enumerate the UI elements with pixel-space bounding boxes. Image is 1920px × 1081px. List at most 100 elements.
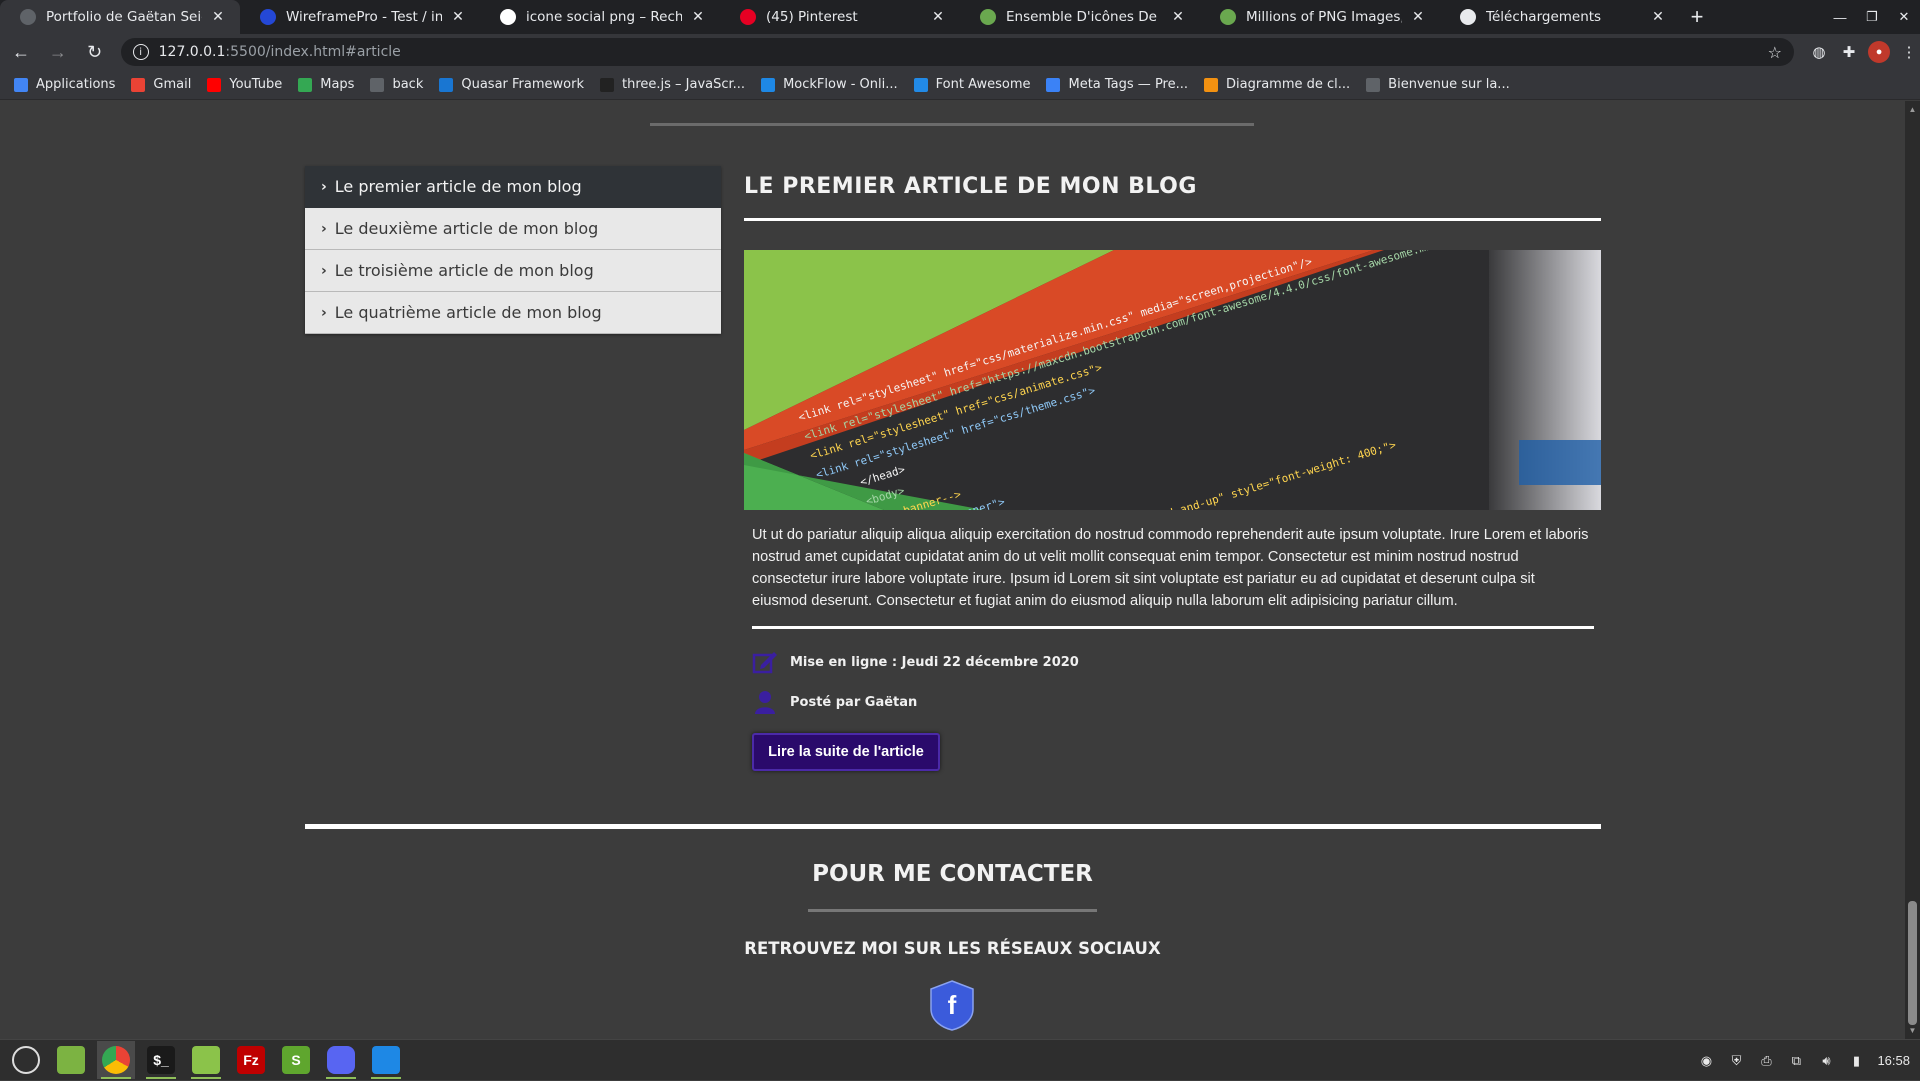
- taskbar-app-glyph: S: [291, 1052, 301, 1068]
- tab-close-icon[interactable]: ✕: [210, 9, 226, 25]
- bookmark-item[interactable]: Quasar Framework: [439, 77, 584, 92]
- browser-tab[interactable]: Portfolio de Gaëtan Seigneur ✕: [0, 0, 240, 34]
- bookmark-label: Diagramme de cl...: [1226, 77, 1351, 92]
- bookmark-label: Bienvenue sur la...: [1388, 77, 1510, 92]
- sidebar-article-link[interactable]: › Le quatrième article de mon blog: [305, 292, 721, 334]
- tab-close-icon[interactable]: ✕: [930, 9, 946, 25]
- taskbar-app-glyph: Fz: [243, 1052, 259, 1068]
- bookmark-item[interactable]: MockFlow - Onli...: [761, 77, 898, 92]
- download-icon: [1460, 9, 1476, 25]
- folder-icon[interactable]: [187, 1041, 225, 1079]
- discord-tray-icon[interactable]: ◉: [1697, 1052, 1715, 1070]
- bookmarks-bar: Applications Gmail YouTube Maps back Quasar F…: [0, 70, 1920, 100]
- sidebar-article-link[interactable]: › Le troisième article de mon blog: [305, 250, 721, 292]
- scroll-up-icon[interactable]: ▲: [1908, 105, 1917, 114]
- files-green-icon[interactable]: [52, 1041, 90, 1079]
- bookmark-item[interactable]: YouTube: [207, 77, 282, 92]
- sublime-s-icon[interactable]: S: [277, 1041, 315, 1079]
- bookmark-item[interactable]: three.js – JavaScr...: [599, 77, 745, 92]
- filezilla-icon[interactable]: Fz: [232, 1041, 270, 1079]
- reload-icon[interactable]: ↻: [79, 36, 111, 68]
- window-controls: — ❐ ✕: [1824, 0, 1920, 34]
- minimize-icon[interactable]: —: [1824, 0, 1856, 34]
- sidebar-article-label: Le deuxième article de mon blog: [334, 219, 599, 238]
- close-window-icon[interactable]: ✕: [1888, 0, 1920, 34]
- back-arrow-icon[interactable]: ←: [5, 36, 37, 68]
- read-more-button[interactable]: Lire la suite de l'article: [752, 733, 940, 771]
- bookmark-item[interactable]: Bienvenue sur la...: [1366, 77, 1510, 92]
- bookmark-label: Meta Tags — Pre...: [1068, 77, 1189, 92]
- tab-close-icon[interactable]: ✕: [1650, 9, 1666, 25]
- system-tray: ◉ ⛨ ⎙ ⧉ 🔊︎ ▮ 16:58: [1697, 1040, 1910, 1081]
- tab-title: Millions of PNG Images, Backg: [1246, 9, 1402, 25]
- printer-icon[interactable]: ⎙: [1757, 1052, 1775, 1070]
- sidebar-article-label: Le premier article de mon blog: [334, 177, 582, 196]
- chevron-right-icon: ›: [321, 178, 327, 195]
- extension-globe-icon[interactable]: ◍: [1808, 41, 1830, 63]
- tab-list: Portfolio de Gaëtan Seigneur✕WireframePr…: [0, 0, 1680, 34]
- browser-tab-strip: Portfolio de Gaëtan Seigneur✕WireframePr…: [0, 0, 1920, 34]
- metatags-icon: [1046, 77, 1061, 92]
- wireframepro-icon: [260, 9, 276, 25]
- volume-icon[interactable]: 🔊︎: [1817, 1052, 1835, 1070]
- browser-tab[interactable]: Millions of PNG Images, Backg ✕: [1200, 0, 1440, 34]
- tab-close-icon[interactable]: ✕: [690, 9, 706, 25]
- new-tab-button[interactable]: +: [1680, 0, 1714, 34]
- browser-tab[interactable]: icone social png – Recherche G ✕: [480, 0, 720, 34]
- browser-tab[interactable]: Téléchargements ✕: [1440, 0, 1680, 34]
- apps-grid-icon: [14, 77, 28, 92]
- network-icon[interactable]: ⧉: [1787, 1052, 1805, 1070]
- bookmark-item[interactable]: Applications: [14, 77, 115, 92]
- scroll-down-icon[interactable]: ▼: [1908, 1026, 1917, 1035]
- bookmark-item[interactable]: Font Awesome: [913, 77, 1031, 92]
- terminal-icon[interactable]: $_: [142, 1041, 180, 1079]
- user-icon: [752, 689, 778, 715]
- page-scrollbar[interactable]: ▲ ▼: [1905, 101, 1920, 1039]
- sidebar-article-link[interactable]: › Le deuxième article de mon blog: [305, 208, 721, 250]
- battery-icon[interactable]: ▮: [1847, 1052, 1865, 1070]
- address-bar[interactable]: i 127.0.0.1:5500/index.html#article ☆: [120, 38, 1795, 66]
- facebook-icon[interactable]: f: [927, 979, 977, 1031]
- publish-date-text: Mise en ligne : Jeudi 22 décembre 2020: [790, 654, 1079, 670]
- bookmark-item[interactable]: back: [370, 77, 423, 92]
- bookmark-label: MockFlow - Onli...: [783, 77, 898, 92]
- article-body: Ut ut do pariatur aliquip aliqua aliquip…: [752, 527, 1589, 609]
- code-screen-illustration: <link rel="stylesheet" href="css/materia…: [744, 250, 1601, 510]
- tab-close-icon[interactable]: ✕: [450, 9, 466, 25]
- menu-kebab-icon[interactable]: ⋮: [1898, 41, 1920, 63]
- scrollbar-thumb[interactable]: [1908, 901, 1917, 1025]
- taskbar-app-glyph: $_: [153, 1052, 169, 1068]
- vscode-icon[interactable]: [367, 1041, 405, 1079]
- browser-tab[interactable]: (45) Pinterest ✕: [720, 0, 960, 34]
- youtube-icon: [207, 77, 222, 92]
- chevron-right-icon: ›: [321, 220, 327, 237]
- bookmark-label: Gmail: [153, 77, 192, 92]
- globe-icon: [370, 77, 385, 92]
- bookmark-item[interactable]: Meta Tags — Pre...: [1046, 77, 1188, 92]
- tab-close-icon[interactable]: ✕: [1410, 9, 1426, 25]
- tab-title: icone social png – Recherche G: [526, 9, 682, 25]
- shield-icon[interactable]: ⛨: [1727, 1052, 1745, 1070]
- mint-menu-icon[interactable]: [7, 1041, 45, 1079]
- clock[interactable]: 16:58: [1877, 1053, 1910, 1068]
- diagram-icon: [1204, 77, 1219, 92]
- discord-icon[interactable]: [322, 1041, 360, 1079]
- contact-divider: [305, 824, 1601, 829]
- browser-tab[interactable]: WireframePro - Test / index ✕: [240, 0, 480, 34]
- forward-arrow-icon[interactable]: →: [42, 36, 74, 68]
- extensions-puzzle-icon[interactable]: ✚: [1838, 41, 1860, 63]
- contact-subtitle: RETROUVEZ MOI SUR LES RÉSEAUX SOCIAUX: [744, 939, 1161, 958]
- bookmark-star-icon[interactable]: ☆: [1768, 43, 1782, 62]
- sidebar-article-link[interactable]: › Le premier article de mon blog: [305, 166, 721, 208]
- maximize-icon[interactable]: ❐: [1856, 0, 1888, 34]
- bookmark-item[interactable]: Maps: [298, 77, 354, 92]
- site-info-icon[interactable]: i: [132, 44, 149, 60]
- bookmark-item[interactable]: Gmail: [131, 77, 191, 92]
- bookmark-item[interactable]: Diagramme de cl...: [1204, 77, 1350, 92]
- chrome-icon[interactable]: [97, 1041, 135, 1079]
- browser-tab[interactable]: Ensemble D'icônes De Médias ✕: [960, 0, 1200, 34]
- bookmark-label: Font Awesome: [935, 77, 1031, 92]
- tab-close-icon[interactable]: ✕: [1170, 9, 1186, 25]
- profile-avatar-icon[interactable]: ●: [1868, 41, 1891, 63]
- author-row: Posté par Gaëtan: [752, 689, 917, 715]
